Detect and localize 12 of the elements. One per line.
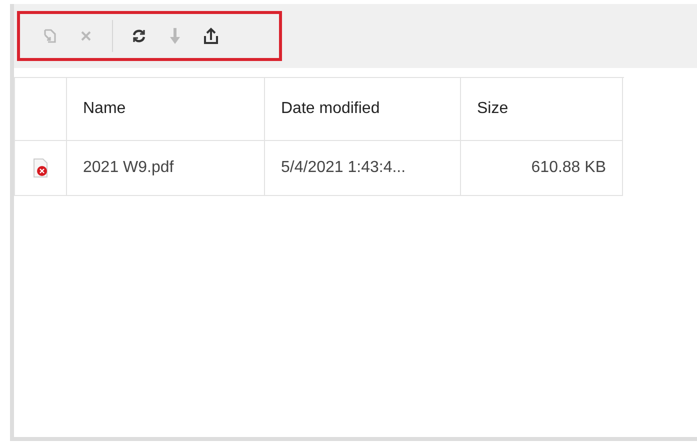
close-icon	[79, 29, 93, 43]
file-name-cell[interactable]: 2021 W9.pdf	[67, 141, 265, 196]
upload-icon	[203, 27, 219, 45]
download-icon	[168, 27, 182, 45]
refresh-icon	[131, 28, 147, 44]
column-header[interactable]: Date modified	[265, 78, 461, 141]
size-cell: 610.88 KB	[461, 141, 623, 196]
pdf-file-icon	[32, 158, 50, 178]
column-header[interactable]: Size	[461, 78, 623, 141]
date-cell: 5/4/2021 1:43:4...	[265, 141, 461, 196]
column-header[interactable]: Name	[67, 78, 265, 141]
document-arrow-icon	[42, 28, 58, 44]
